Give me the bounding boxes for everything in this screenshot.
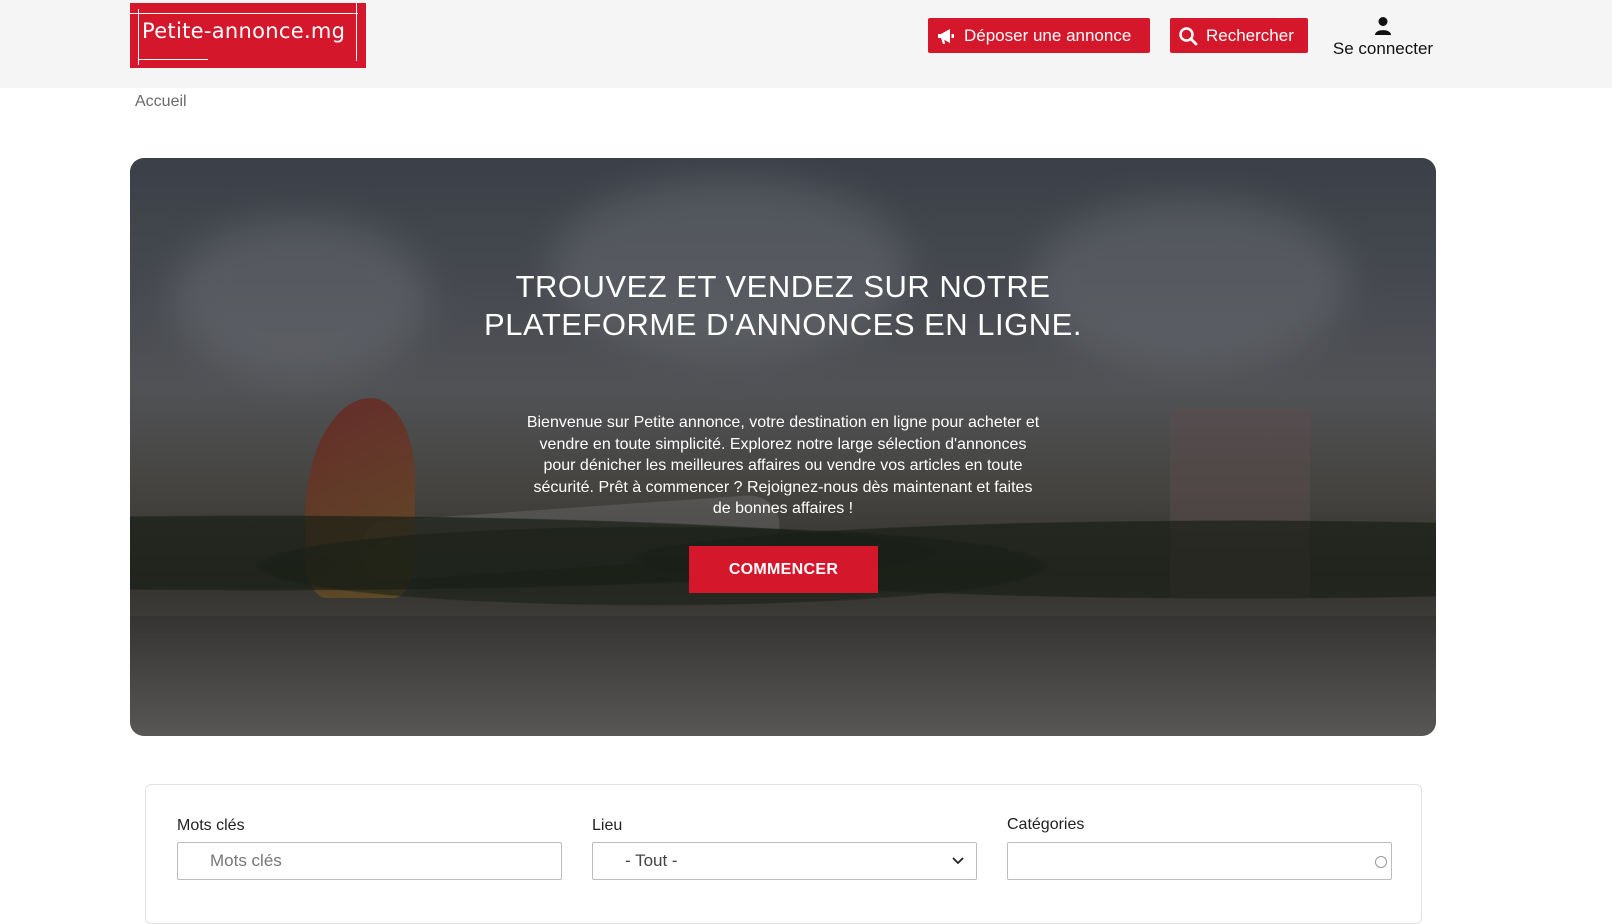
hero-title: TROUVEZ ET VENDEZ SUR NOTRE PLATEFORME D… — [484, 269, 1082, 342]
location-label: Lieu — [592, 817, 623, 834]
post-ad-button[interactable]: Déposer une annonce — [928, 18, 1150, 53]
breadcrumb: Accueil — [135, 93, 187, 111]
search-label: Rechercher — [1206, 25, 1294, 45]
login-label: Se connecter — [1332, 39, 1434, 58]
hero-banner: TROUVEZ ET VENDEZ SUR NOTRE PLATEFORME D… — [130, 158, 1436, 736]
logo-frame-line — [138, 59, 208, 60]
categories-label: Catégories — [1007, 816, 1085, 833]
megaphone-icon — [938, 28, 954, 44]
keywords-input[interactable]: Mots clés — [177, 842, 562, 880]
post-ad-label: Déposer une annonce — [964, 25, 1132, 45]
categories-select[interactable] — [1007, 842, 1392, 880]
start-button[interactable]: COMMENCER — [689, 546, 878, 593]
search-icon — [1179, 26, 1198, 45]
top-header: Petite-annonce.mg Déposer une annonce Re… — [0, 0, 1612, 88]
logo-frame-line — [138, 9, 139, 65]
logo-text: Petite-annonce.mg — [142, 19, 346, 43]
keywords-placeholder: Mots clés — [210, 851, 282, 870]
chevron-down-icon — [952, 857, 964, 865]
loading-indicator-icon — [1375, 856, 1387, 868]
hero-content: TROUVEZ ET VENDEZ SUR NOTRE PLATEFORME D… — [130, 158, 1436, 736]
search-form: Mots clés Mots clés Lieu - Tout - Catégo… — [145, 784, 1422, 924]
logo-frame-line — [130, 13, 358, 14]
keywords-label: Mots clés — [177, 817, 245, 834]
logo-frame-line — [356, 3, 357, 61]
location-select[interactable]: - Tout - — [592, 842, 977, 880]
site-logo[interactable]: Petite-annonce.mg — [130, 3, 366, 68]
user-icon — [1375, 17, 1391, 35]
location-selected-value: - Tout - — [625, 851, 678, 870]
login-link[interactable]: Se connecter — [1328, 16, 1438, 59]
hero-description: Bienvenue sur Petite annonce, votre dest… — [526, 414, 1040, 517]
breadcrumb-home-link[interactable]: Accueil — [135, 93, 187, 110]
search-button[interactable]: Rechercher — [1170, 18, 1308, 53]
